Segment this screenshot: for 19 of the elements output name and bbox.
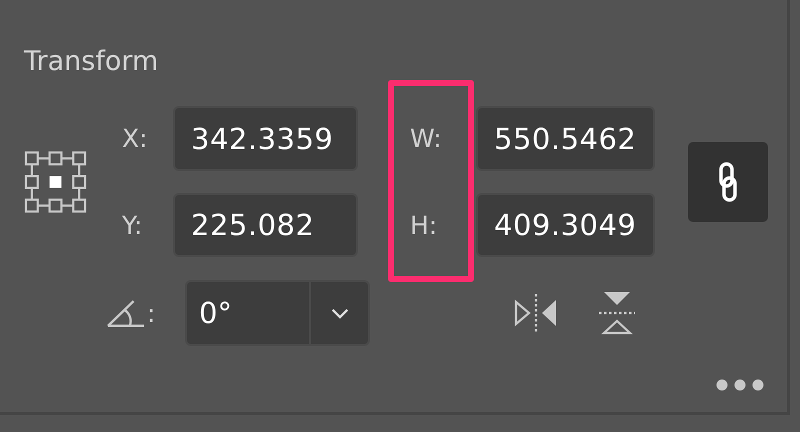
chevron-down-icon — [330, 308, 350, 318]
input-field[interactable]: 550.5462 — [476, 106, 655, 171]
flip-vertical-icon[interactable] — [598, 291, 636, 335]
field-label: H: — [409, 210, 438, 240]
field-label: : — [147, 298, 156, 328]
reference-point-icon[interactable] — [24, 150, 87, 214]
more-options-icon[interactable] — [716, 379, 764, 391]
panel-title: Transform — [24, 45, 158, 79]
flip-horizontal-icon[interactable] — [514, 292, 558, 334]
input-field[interactable]: 342.3359 — [173, 106, 358, 171]
field-label: X: — [122, 124, 149, 153]
angle-icon — [107, 298, 145, 328]
field-label: Y: — [122, 210, 144, 240]
field-label: W: — [409, 124, 443, 153]
input-field[interactable]: 409.3049 — [476, 193, 655, 257]
input-field[interactable]: 225.082 — [173, 193, 358, 257]
constrain-proportions-button[interactable] — [688, 142, 768, 222]
link-icon — [718, 162, 738, 202]
rotation-dropdown[interactable]: 0° — [185, 280, 370, 346]
